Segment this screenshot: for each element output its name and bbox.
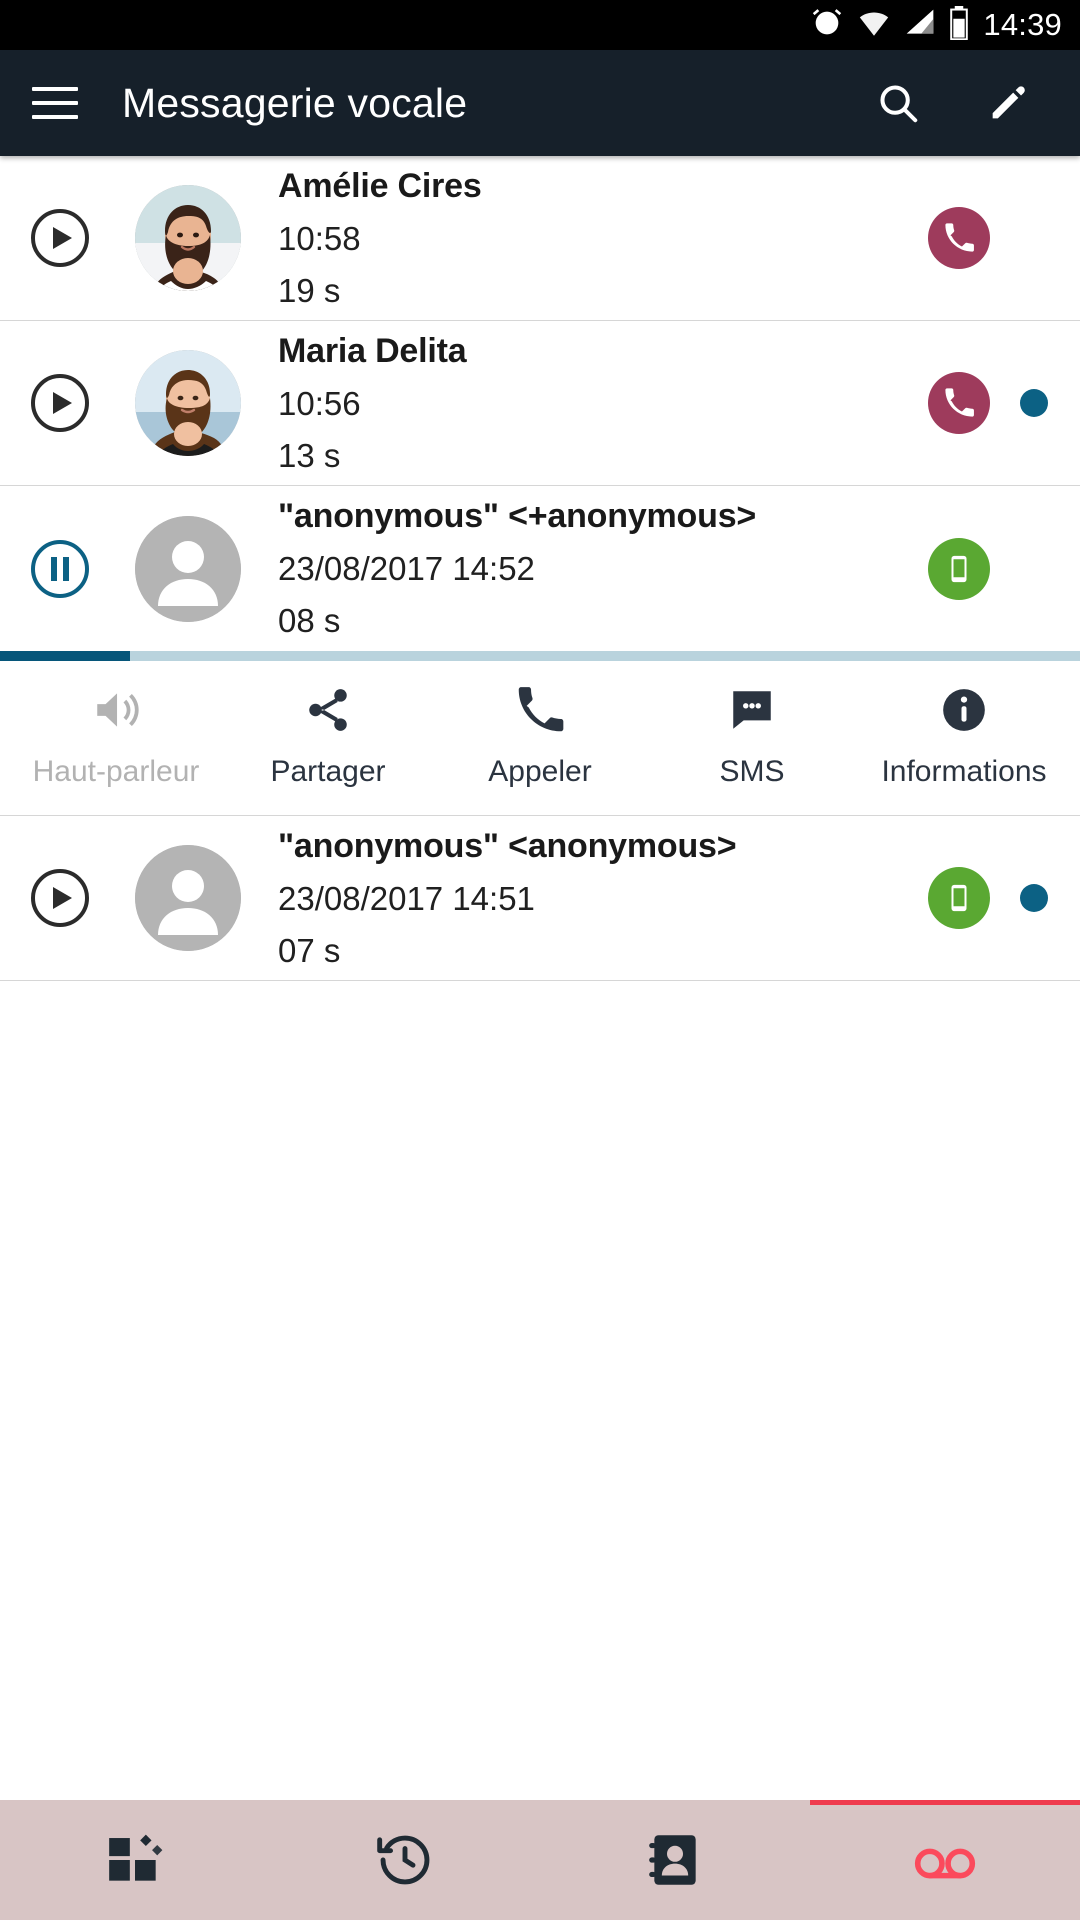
alarm-icon [810,6,844,45]
voicemail-date: 10:56 [278,384,361,422]
bottom-navigation-bar [0,1800,1080,1920]
row-status [854,372,1054,434]
status-bar: 14:39 [0,0,1080,50]
row-status [854,867,1054,929]
sms-bubble-icon [727,683,777,737]
table-row[interactable]: Maria Delita 10:56 13 s [0,321,1080,486]
speaker-icon [91,683,141,737]
share-icon [303,683,353,737]
table-row[interactable]: "anonymous" <anonymous> 23/08/2017 14:51… [0,816,1080,981]
share-action-label: Partager [270,755,386,788]
avatar [120,845,256,951]
avatar [120,515,256,622]
page-title: Messagerie vocale [122,79,468,126]
phone-screen: 14:39 Messagerie vocale Amélie Cires 10:… [0,0,1080,1920]
voicemail-duration: 08 s [278,602,341,639]
contacts-icon[interactable] [540,1800,810,1920]
info-icon [939,683,989,737]
playback-progress-bar[interactable] [0,651,1080,661]
play-button[interactable] [0,374,120,432]
voicemail-duration: 07 s [278,931,341,969]
sms-action-label: SMS [719,755,785,788]
contact-name: Amélie Cires [278,166,482,205]
voicemail-duration: 19 s [278,271,341,309]
status-bar-clock: 14:39 [983,7,1062,42]
pencil-edit-icon[interactable] [984,79,1032,127]
app-bar: Messagerie vocale [0,50,1080,156]
contact-name: "anonymous" <anonymous> [278,826,737,865]
voicemail-info: Amélie Cires 10:58 19 s [256,159,854,318]
sms-action-button[interactable]: SMS [646,683,858,789]
hamburger-menu-icon[interactable] [32,87,78,119]
speaker-action-label: Haut-parleur [32,755,200,788]
contact-name: Maria Delita [278,331,467,370]
share-action-button[interactable]: Partager [222,683,434,789]
contact-name: "anonymous" <+anonymous> [278,497,757,535]
mobile-badge-icon[interactable] [928,537,990,600]
empty-list-area [0,981,1080,1800]
play-button[interactable] [0,869,120,927]
voicemail-date: 23/08/2017 14:52 [278,550,535,587]
phone-icon [515,683,565,737]
voicemail-info: "anonymous" <anonymous> 23/08/2017 14:51… [256,819,854,978]
call-action-button[interactable]: Appeler [434,683,646,789]
search-icon[interactable] [874,79,922,127]
battery-icon [949,5,969,45]
pause-button[interactable] [0,539,120,598]
row-status [854,207,1054,269]
voicemail-duration: 13 s [278,436,341,474]
avatar [120,185,256,291]
table-row[interactable]: "anonymous" <+anonymous> 23/08/2017 14:5… [0,486,1080,651]
speaker-action-button[interactable]: Haut-parleur [10,683,222,789]
playback-progress-fill [0,651,130,661]
voicemail-icon[interactable] [810,1800,1080,1920]
table-row[interactable]: Amélie Cires 10:58 19 s [0,156,1080,321]
wifi-icon [857,6,891,45]
player-action-bar: Haut-parleur Partager Appeler SMS Inform… [0,661,1080,816]
row-status [854,537,1054,600]
voicemail-date: 10:58 [278,219,361,257]
voicemail-info: "anonymous" <+anonymous> 23/08/2017 14:5… [256,489,854,648]
mobile-badge-icon[interactable] [928,867,990,929]
voicemail-list: Amélie Cires 10:58 19 s Maria Delita 10:… [0,156,1080,981]
info-action-button[interactable]: Informations [858,683,1070,789]
play-button[interactable] [0,209,120,267]
info-action-label: Informations [881,755,1047,788]
unread-dot [1020,389,1048,417]
signal-icon [904,7,936,44]
apps-grid-icon[interactable] [0,1800,270,1920]
avatar [120,350,256,456]
voicemail-date: 23/08/2017 14:51 [278,879,535,917]
call-action-label: Appeler [488,755,592,788]
voicemail-info: Maria Delita 10:56 13 s [256,324,854,483]
status-bar-icons [810,5,969,45]
main-content: Amélie Cires 10:58 19 s Maria Delita 10:… [0,156,1080,1920]
call-badge-icon[interactable] [928,372,990,434]
call-history-icon[interactable] [270,1800,540,1920]
unread-dot [1020,884,1048,912]
call-badge-icon[interactable] [928,207,990,269]
app-bar-actions [874,79,1032,127]
